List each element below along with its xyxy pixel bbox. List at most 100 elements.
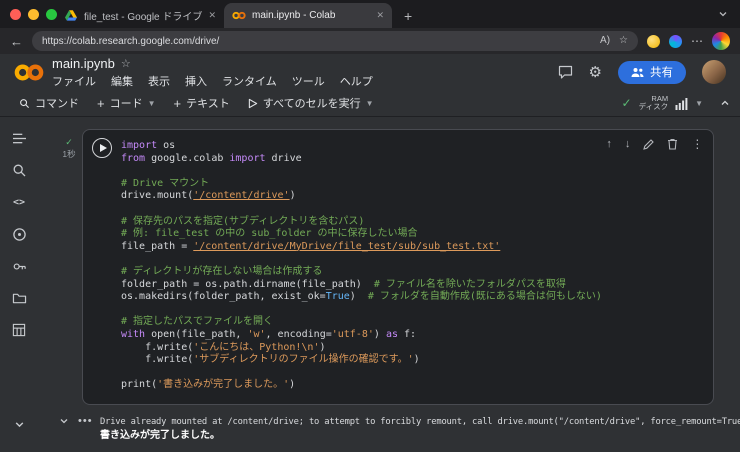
comment-icon[interactable] (558, 65, 573, 79)
add-text-button[interactable]: + テキスト (165, 95, 239, 111)
move-cell-up-icon[interactable]: ↑ (606, 138, 612, 150)
tab-list: file_test - Google ドライブ ✕ main.ipynb - C… (56, 0, 412, 28)
command-search-icon (19, 98, 30, 109)
find-replace-icon[interactable] (10, 161, 28, 179)
code-cell: ✓ 1秒 ↑ ↓ ⋮ import os from google.colab i… (56, 129, 740, 405)
notebook-star-icon[interactable]: ☆ (121, 57, 131, 70)
code-line[interactable]: from google.colab import drive (121, 153, 705, 166)
code-line[interactable]: file_path = '/content/drive/MyDrive/file… (121, 241, 705, 254)
bottom-pane-chevron-icon[interactable] (0, 419, 38, 430)
code-editor[interactable]: import os from google.colab import drive … (121, 140, 705, 392)
minimize-window-button[interactable] (28, 9, 39, 20)
run-all-label: すべてのセルを実行 (262, 98, 361, 110)
maximize-window-button[interactable] (46, 9, 57, 20)
output-collapse-icon[interactable] (59, 416, 69, 426)
tab-colab[interactable]: main.ipynb - Colab ✕ (224, 3, 392, 28)
add-code-button[interactable]: + コード ▼ (88, 95, 165, 111)
more-options-icon[interactable]: ⋮ (691, 137, 703, 151)
resource-monitor[interactable]: ✓ RAM ディスク ▼ (622, 94, 730, 112)
notebook-body: <> ✓ 1秒 ↑ ↓ ⋮ import os from google.cola… (0, 117, 740, 452)
caret-down-icon: ▼ (147, 98, 156, 108)
move-cell-down-icon[interactable]: ↓ (625, 138, 631, 150)
share-button[interactable]: 共有 (618, 60, 686, 84)
close-window-button[interactable] (10, 9, 21, 20)
code-line[interactable] (121, 253, 705, 266)
delete-cell-icon[interactable] (667, 138, 678, 150)
code-line[interactable]: f.write('サブディレクトリのファイル操作の確認です。') (121, 354, 705, 367)
menu-item[interactable]: 挿入 (185, 73, 207, 89)
code-line[interactable] (121, 367, 705, 380)
header-collapse-icon[interactable] (720, 98, 730, 108)
output-lines: Drive already mounted at /content/drive;… (100, 415, 740, 443)
colab-header: main.ipynb ☆ ファイル 編集 表示 挿入 ランタイム ツール ヘルプ ⚙ 共有 (0, 54, 740, 90)
menu-item[interactable]: 表示 (148, 73, 170, 89)
colab-favicon-icon (232, 9, 246, 23)
extension-icon[interactable] (669, 34, 682, 48)
user-avatar[interactable] (702, 60, 726, 84)
menu-item[interactable]: ヘルプ (340, 73, 373, 89)
notebook-main: ✓ 1秒 ↑ ↓ ⋮ import os from google.colab i… (38, 117, 740, 452)
toc-icon[interactable] (10, 129, 28, 147)
browser-menu-icon[interactable]: ⋯ (691, 35, 703, 47)
browser-profile-avatar[interactable] (712, 32, 730, 50)
data-table-icon[interactable] (10, 321, 28, 339)
play-icon (248, 98, 258, 109)
caret-down-icon: ▼ (365, 98, 374, 108)
run-cell-button[interactable] (92, 138, 112, 158)
colab-logo-icon (14, 63, 44, 82)
close-tab-icon[interactable]: ✕ (376, 10, 384, 21)
back-icon[interactable]: ← (10, 35, 23, 48)
menu-item[interactable]: ファイル (52, 73, 96, 89)
code-line[interactable]: os.makedirs(folder_path, exist_ok=True) … (121, 291, 705, 304)
code-line[interactable]: # 例: file_test の中の sub_folder の中に保存したい場合 (121, 228, 705, 241)
extension-icon[interactable] (647, 34, 660, 48)
code-line[interactable]: # 保存先のパスを指定(サブディレクトリを含むパス) (121, 216, 705, 229)
code-line[interactable] (121, 165, 705, 178)
favorite-star-icon[interactable]: ☆ (619, 36, 628, 46)
plus-icon: + (97, 95, 105, 111)
resource-bars-icon (675, 97, 688, 110)
code-line[interactable] (121, 203, 705, 216)
settings-gear-icon[interactable]: ⚙ (589, 65, 602, 80)
left-sidebar: <> (0, 117, 38, 452)
code-line[interactable]: # Drive マウント (121, 178, 705, 191)
code-line[interactable]: # ディレクトリが存在しない場合は作成する (121, 266, 705, 279)
exec-success-icon: ✓ (65, 137, 73, 147)
run-all-button[interactable]: すべてのセルを実行 ▼ (239, 95, 383, 111)
code-line[interactable]: with open(file_path, 'w', encoding='utf-… (121, 329, 705, 342)
notebook-toolbar: コマンド + コード ▼ + テキスト すべてのセルを実行 ▼ ✓ RAM ディ… (0, 90, 740, 117)
edit-cell-icon[interactable] (643, 138, 655, 150)
url-field[interactable]: https://colab.research.google.com/drive/… (32, 31, 638, 51)
tab-list-chevron-icon[interactable] (718, 9, 728, 19)
new-tab-icon[interactable]: + (404, 9, 412, 23)
code-line[interactable]: # 指定したパスでファイルを開く (121, 316, 705, 329)
exec-time: 1秒 (62, 149, 76, 159)
code-snippets-icon[interactable]: <> (10, 193, 28, 211)
code-line[interactable] (121, 304, 705, 317)
output-options-icon[interactable]: ••• (78, 415, 93, 426)
menu-item[interactable]: ツール (292, 73, 325, 89)
tab-drive[interactable]: file_test - Google ドライブ ✕ (56, 3, 224, 28)
read-aloud-icon[interactable]: A) (600, 36, 610, 46)
output-controls: ••• (56, 415, 100, 443)
code-line[interactable]: folder_path = os.path.dirname(file_path)… (121, 279, 705, 292)
variables-icon[interactable] (10, 225, 28, 243)
notebook-title[interactable]: main.ipynb (52, 56, 115, 71)
code-line[interactable]: print('書き込みが完了しました。') (121, 379, 705, 392)
menu-item[interactable]: ランタイム (222, 73, 277, 89)
code-line[interactable]: drive.mount('/content/drive') (121, 190, 705, 203)
files-folder-icon[interactable] (10, 289, 28, 307)
share-people-icon (631, 67, 644, 78)
add-code-label: コード (109, 98, 143, 110)
secrets-key-icon[interactable] (10, 257, 28, 275)
menu-item[interactable]: 編集 (111, 73, 133, 89)
close-tab-icon[interactable]: ✕ (208, 10, 216, 21)
notebook-title-block: main.ipynb ☆ ファイル 編集 表示 挿入 ランタイム ツール ヘルプ (52, 56, 373, 89)
browser-action-icons: ⋯ (647, 32, 730, 50)
browser-address-bar: ← https://colab.research.google.com/driv… (0, 28, 740, 54)
url-text[interactable]: https://colab.research.google.com/drive/ (42, 36, 591, 47)
code-line[interactable]: f.write('こんにちは、Python!\n') (121, 342, 705, 355)
cell-editor-block: ↑ ↓ ⋮ import os from google.colab import … (82, 129, 715, 405)
command-palette-button[interactable]: コマンド (10, 95, 88, 111)
menu-bar: ファイル 編集 表示 挿入 ランタイム ツール ヘルプ (52, 73, 373, 89)
